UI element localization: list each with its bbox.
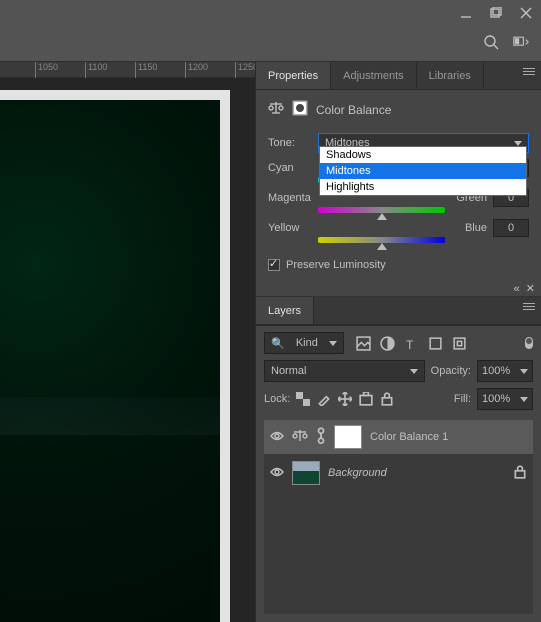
filter-shape-icon[interactable]: [428, 336, 443, 351]
layer-row[interactable]: Color Balance 1: [264, 420, 533, 454]
tone-option-midtones[interactable]: Midtones: [320, 163, 526, 179]
adjustment-title: Color Balance: [316, 103, 391, 117]
properties-panel-tabs: Properties Adjustments Libraries: [256, 62, 541, 90]
search-small-icon: 🔍: [271, 337, 285, 350]
chevron-down-icon: [329, 341, 337, 346]
slider-magenta-knob[interactable]: [377, 213, 387, 220]
visibility-eye-icon[interactable]: [270, 431, 284, 444]
blend-mode-select[interactable]: Normal: [264, 360, 425, 382]
slider-yellow-right: Blue: [451, 222, 487, 234]
chevron-down-icon: [520, 369, 528, 374]
layer-mask-icon: [292, 100, 308, 119]
layers-panel-tabs: Layers: [256, 297, 541, 325]
kind-label: Kind: [296, 337, 318, 349]
layer-name[interactable]: Background: [328, 467, 505, 479]
lock-position-icon[interactable]: [338, 392, 352, 406]
workspace-switcher-icon[interactable]: [513, 34, 529, 53]
slider-yellow-left: Yellow: [268, 222, 312, 234]
tab-properties[interactable]: Properties: [256, 62, 331, 89]
layer-filter-toggle[interactable]: [525, 337, 533, 349]
lock-pixels-icon[interactable]: [317, 392, 331, 406]
tab-layers[interactable]: Layers: [256, 297, 314, 324]
layers-panel-menu-icon[interactable]: [523, 303, 535, 310]
slider-yellow-value[interactable]: 0: [493, 219, 529, 237]
ruler-tick: 1200: [185, 62, 208, 78]
panel-menu-icon[interactable]: [523, 68, 535, 75]
chevron-down-icon: [514, 141, 522, 146]
layer-mask-thumb[interactable]: [334, 425, 362, 449]
slider-magenta-track[interactable]: [318, 207, 445, 213]
close-panel-icon[interactable]: ✕: [526, 282, 535, 295]
fill-label: Fill:: [454, 393, 471, 405]
fill-value: 100%: [482, 393, 510, 405]
tab-adjustments[interactable]: Adjustments: [331, 62, 417, 89]
lock-all-icon[interactable]: [380, 392, 394, 406]
layer-filter-kind-select[interactable]: 🔍 Kind: [264, 332, 344, 354]
fill-input[interactable]: 100%: [477, 388, 533, 410]
lock-icon[interactable]: [513, 465, 527, 482]
maximize-button[interactable]: [481, 0, 511, 26]
minimize-button[interactable]: [451, 0, 481, 26]
lock-artboard-icon[interactable]: [359, 392, 373, 406]
svg-text:T: T: [406, 338, 413, 350]
layers-panel: 🔍 Kind T Normal Opacity:: [256, 325, 541, 622]
lock-transparency-icon[interactable]: [296, 392, 310, 406]
opacity-label: Opacity:: [431, 365, 471, 377]
chevron-down-icon: [520, 397, 528, 402]
horizontal-ruler: 1050 1100 1150 1200 1250: [0, 62, 255, 78]
close-button[interactable]: [511, 0, 541, 26]
opacity-input[interactable]: 100%: [477, 360, 533, 382]
balance-scale-icon: [292, 428, 308, 447]
preserve-luminosity-label: Preserve Luminosity: [286, 259, 386, 271]
document-image: [0, 100, 220, 622]
window-titlebar: [0, 0, 541, 26]
filter-pixel-icon[interactable]: [356, 336, 371, 351]
opacity-value: 100%: [482, 365, 510, 377]
preserve-luminosity-checkbox[interactable]: [268, 259, 280, 271]
layer-list: Color Balance 1 Background: [264, 420, 533, 614]
layer-row[interactable]: Background: [264, 456, 533, 490]
layer-name[interactable]: Color Balance 1: [370, 431, 527, 443]
balance-scale-icon: [268, 100, 284, 119]
slider-yellow-track[interactable]: [318, 237, 445, 243]
filter-smartobject-icon[interactable]: [452, 336, 467, 351]
artboard[interactable]: [0, 90, 230, 622]
tone-label: Tone:: [268, 137, 312, 149]
chevron-down-icon: [410, 369, 418, 374]
properties-panel: Color Balance Tone: Midtones Shadows Mid…: [256, 90, 541, 281]
right-panels: Properties Adjustments Libraries Color B…: [255, 62, 541, 622]
slider-magenta-left: Magenta: [268, 192, 312, 204]
ruler-tick: 1150: [135, 62, 157, 78]
filter-type-icon[interactable]: T: [404, 336, 419, 351]
ruler-tick: 1050: [35, 62, 58, 78]
layers-panel-collapse-bar: « ✕: [256, 281, 541, 297]
filter-adjustment-icon[interactable]: [380, 336, 395, 351]
mask-link-icon[interactable]: [316, 427, 326, 448]
slider-cyan-left: Cyan: [268, 162, 312, 174]
slider-yellow-knob[interactable]: [377, 243, 387, 250]
visibility-eye-icon[interactable]: [270, 467, 284, 480]
tone-option-highlights[interactable]: Highlights: [320, 179, 526, 195]
search-icon[interactable]: [483, 34, 499, 53]
tone-option-shadows[interactable]: Shadows: [320, 147, 526, 163]
ruler-tick: 1100: [85, 62, 107, 78]
ruler-tick: 1250: [235, 62, 255, 78]
tab-libraries[interactable]: Libraries: [417, 62, 484, 89]
blend-mode-value: Normal: [271, 365, 306, 377]
collapse-panel-icon[interactable]: «: [514, 283, 520, 295]
layer-filter-icons: T: [350, 336, 519, 351]
tone-dropdown-list: Shadows Midtones Highlights: [319, 146, 527, 196]
canvas-area: 1050 1100 1150 1200 1250: [0, 62, 255, 622]
lock-label: Lock:: [264, 393, 290, 405]
layer-thumb[interactable]: [292, 461, 320, 485]
app-toolbar: [0, 26, 541, 62]
